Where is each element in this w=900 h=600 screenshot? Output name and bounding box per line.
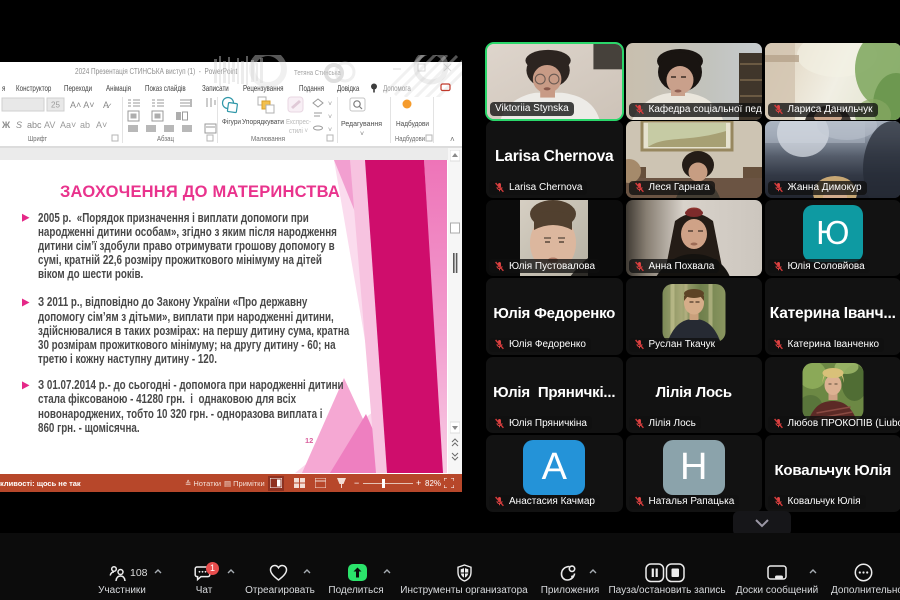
svg-text:Aa˅: Aa˅ <box>60 120 76 130</box>
svg-text:A˅: A˅ <box>96 120 107 130</box>
svg-text:12: 12 <box>305 436 313 445</box>
svg-text:стилі ˅: стилі ˅ <box>289 126 308 135</box>
svg-text:A˄ A˅: A˄ A˅ <box>70 100 95 110</box>
svg-text:Шрифт: Шрифт <box>28 134 47 143</box>
svg-text:˅: ˅ <box>328 101 332 108</box>
svg-text:Надбудови: Надбудови <box>396 119 429 128</box>
svg-text:Абзац: Абзац <box>157 134 175 143</box>
svg-text:Надбудови: Надбудови <box>395 134 425 143</box>
svg-text:S: S <box>16 120 22 130</box>
svg-text:Ж: Ж <box>1 120 11 130</box>
svg-text:˄: ˄ <box>450 135 455 144</box>
svg-text:A̷: A̷ <box>103 100 112 110</box>
svg-text:˅: ˅ <box>328 127 332 134</box>
svg-text:Редагування: Редагування <box>341 119 382 128</box>
svg-text:Експрес-: Експрес- <box>286 117 311 126</box>
svg-text:Упорядкувати: Упорядкувати <box>242 117 284 126</box>
svg-text:ab: ab <box>80 120 90 130</box>
svg-text:Фігури: Фігури <box>222 117 241 126</box>
svg-text:25: 25 <box>51 101 60 110</box>
svg-text:Малювання: Малювання <box>251 134 285 143</box>
svg-text:˅: ˅ <box>360 131 364 138</box>
svg-text:AV: AV <box>44 120 55 130</box>
svg-text:˅: ˅ <box>328 114 332 121</box>
svg-text:abc: abc <box>27 120 42 130</box>
